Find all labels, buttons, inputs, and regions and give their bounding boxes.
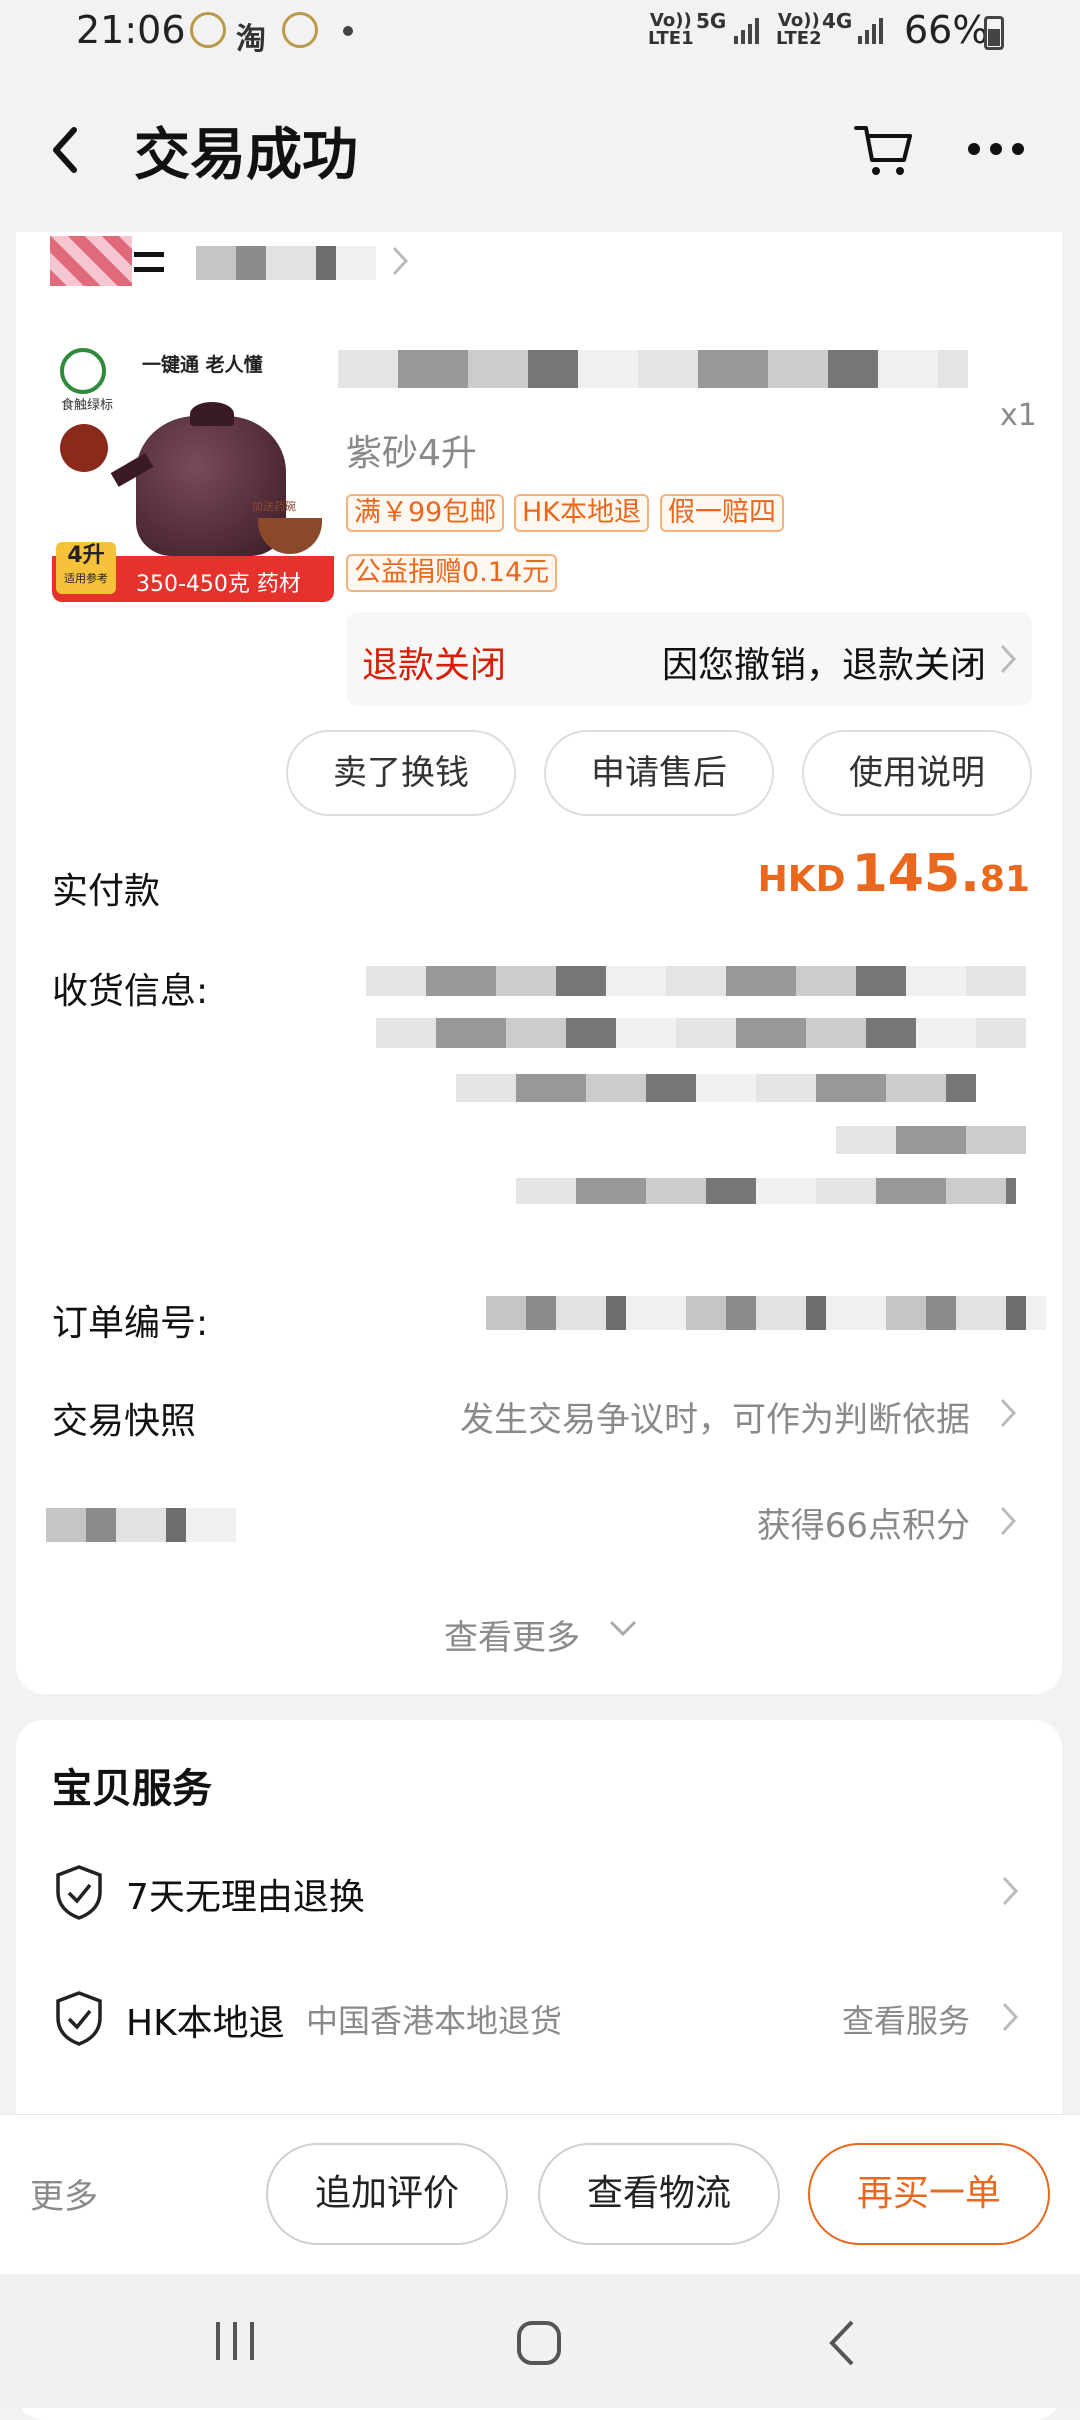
- product-quantity: x1: [1000, 398, 1037, 433]
- refund-status: 退款关闭: [362, 645, 507, 686]
- order-card: 食触绿标 一键通 老人懂 加送药碗 4升 适用参考 350-450克 药材 x1…: [16, 232, 1062, 1694]
- tag-fake-compensation: 假一赔四: [660, 494, 784, 532]
- page-title: 交易成功: [134, 123, 358, 188]
- badge-text: 食触绿标: [60, 398, 113, 413]
- chevron-right-icon: [1002, 1876, 1019, 1906]
- image-top-text: 一键通 老人懂: [142, 354, 263, 376]
- snapshot-label: 交易快照: [52, 1401, 197, 1442]
- top-nav-bar: 交易成功: [0, 70, 1080, 230]
- shop-badge: [134, 252, 164, 272]
- service-row[interactable]: 7天无理由退换: [16, 1840, 1062, 1940]
- taobao-icon: 淘: [236, 22, 266, 57]
- shield-check-icon: [56, 1865, 102, 1920]
- view-logistics-button[interactable]: 查看物流: [538, 2143, 780, 2245]
- tag-hk-local-return: HK本地退: [514, 494, 650, 532]
- shipping-label: 收货信息:: [52, 971, 209, 1012]
- service-row[interactable]: HK本地退 中国香港本地退货 查看服务: [16, 1966, 1062, 2066]
- tag-charity: 公益捐赠0.14元: [346, 554, 558, 592]
- signal-icon: [734, 18, 759, 44]
- weight-text: 350-450克 药材: [136, 572, 301, 597]
- green-label-icon: [60, 348, 106, 394]
- chevron-right-icon: [1000, 644, 1017, 674]
- chevron-right-icon: [1000, 1398, 1017, 1428]
- bottom-action-bar: 更多 追加评价 查看物流 再买一单: [0, 2114, 1080, 2274]
- product-spec: 紫砂4升: [346, 433, 477, 474]
- system-nav-bar: [0, 2274, 1080, 2408]
- network-5g-label: 5G: [696, 9, 727, 33]
- service-label: HK本地退: [126, 2003, 285, 2044]
- shipping-info-redacted: [356, 962, 1036, 1222]
- chevron-right-icon: [1000, 1506, 1017, 1536]
- service-sub: 中国香港本地退货: [306, 2002, 563, 2040]
- oncc-icon: [190, 12, 226, 48]
- oncc-icon: [282, 12, 318, 48]
- back-arrow-icon[interactable]: [44, 120, 84, 180]
- points-text[interactable]: 获得66点积分: [757, 1498, 970, 1547]
- zisha-seal-icon: [60, 424, 108, 472]
- apply-after-sales-button[interactable]: 申请售后: [544, 730, 774, 816]
- shop-avatar[interactable]: [50, 236, 132, 286]
- back-nav-icon[interactable]: [824, 2318, 860, 2368]
- recent-apps-icon[interactable]: [210, 2318, 260, 2364]
- chevron-right-icon: [1002, 2002, 1019, 2032]
- refund-reason: 因您撤销，退款关闭: [661, 645, 986, 686]
- status-bar: 21:06 淘 Vo)) LTE1 5G Vo)) LTE2 4G 66%: [0, 0, 1080, 70]
- capacity-badge: 4升 适用参考: [56, 542, 116, 594]
- teapot-lid: [190, 402, 234, 426]
- chevron-right-icon: [392, 246, 409, 276]
- see-more-link[interactable]: 查看更多: [444, 1610, 580, 1659]
- shield-check-icon: [56, 1991, 102, 2046]
- bowl-text: 加送药碗: [252, 500, 296, 513]
- snapshot-hint[interactable]: 发生交易争议时，可作为判断依据: [460, 1392, 970, 1441]
- sim1-label: Vo)) LTE1: [648, 10, 694, 49]
- points-label-redacted: [46, 1508, 236, 1542]
- sim2-label: Vo)) LTE2: [776, 10, 822, 49]
- refund-status-row[interactable]: 退款关闭 因您撤销，退款关闭: [346, 612, 1032, 706]
- product-image[interactable]: 食触绿标 一键通 老人懂 加送药碗 4升 适用参考 350-450克 药材: [52, 342, 334, 602]
- shop-name-redacted[interactable]: [196, 246, 376, 280]
- network-4g-label: 4G: [822, 9, 853, 33]
- service-label: 7天无理由退换: [126, 1877, 365, 1918]
- home-icon[interactable]: [514, 2318, 564, 2368]
- instructions-button[interactable]: 使用说明: [802, 730, 1032, 816]
- buy-again-button[interactable]: 再买一单: [808, 2143, 1050, 2245]
- order-number-label: 订单编号:: [52, 1303, 209, 1344]
- chevron-down-icon: [609, 1620, 637, 1637]
- add-review-button[interactable]: 追加评价: [266, 2143, 508, 2245]
- signal-icon: [858, 18, 883, 44]
- sell-for-cash-button[interactable]: 卖了换钱: [286, 730, 516, 816]
- tag-free-shipping: 满￥99包邮: [346, 494, 505, 532]
- more-options-icon[interactable]: [966, 134, 1026, 164]
- view-service-link[interactable]: 查看服务: [842, 1996, 970, 2042]
- status-time: 21:06: [76, 8, 186, 52]
- order-number-redacted[interactable]: [486, 1296, 1046, 1330]
- payment-amount: HKD 145.81: [757, 844, 1030, 904]
- cart-icon[interactable]: [852, 118, 916, 182]
- battery-percent: 66%: [904, 8, 989, 52]
- product-title-redacted[interactable]: [338, 350, 968, 388]
- notification-dot-icon: [343, 26, 353, 36]
- services-title: 宝贝服务: [52, 1766, 212, 1812]
- battery-icon: [984, 16, 1004, 50]
- payment-label: 实付款: [52, 871, 161, 912]
- more-link[interactable]: 更多: [30, 2169, 98, 2218]
